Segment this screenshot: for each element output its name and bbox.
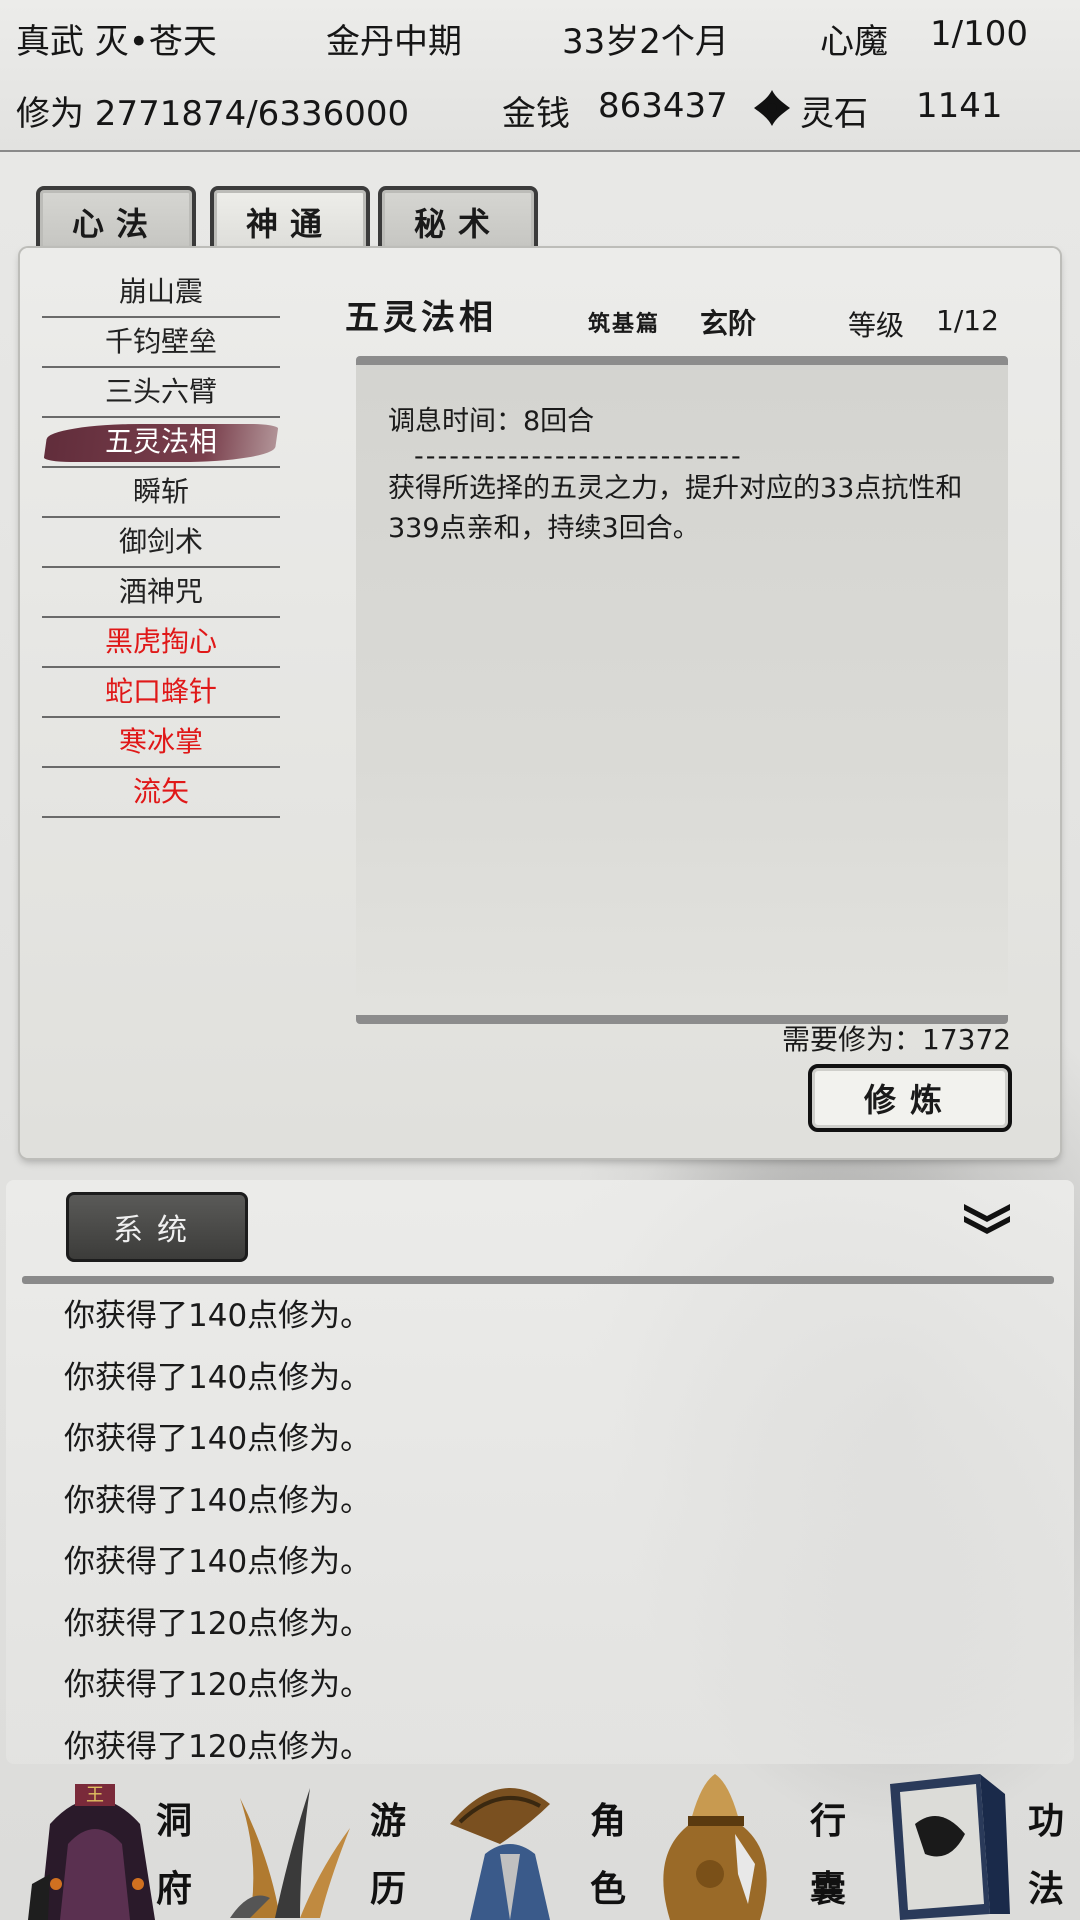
- svg-text:王: 王: [86, 1785, 104, 1806]
- spirit-stone-label: 灵石: [800, 94, 868, 134]
- skills-book-icon: [890, 1774, 1010, 1920]
- nav-label: 府: [156, 1868, 193, 1910]
- log-line: 你获得了140点修为。: [64, 1421, 372, 1457]
- log-line: 你获得了140点修为。: [64, 1360, 372, 1396]
- nav-item-juese[interactable]: 角 色: [440, 1764, 660, 1920]
- double-chevron-down-icon[interactable]: [960, 1198, 1014, 1238]
- nav-label: 角: [590, 1800, 627, 1842]
- skill-item-label: 瞬斩: [132, 475, 189, 508]
- cooldown-text: 调息时间：8回合: [388, 406, 595, 437]
- skill-item-bengshanzhen[interactable]: 崩山震: [42, 268, 280, 318]
- log-line: 你获得了120点修为。: [64, 1606, 372, 1642]
- demon-label: 心魔: [820, 22, 888, 62]
- separator-line: ----------------------------: [414, 441, 743, 472]
- skill-item-label: 酒神咒: [118, 575, 203, 608]
- nav-label: 囊: [810, 1868, 847, 1910]
- character-name: 真武 灭•苍天: [16, 22, 217, 62]
- bottom-navigation: 王 洞 府 游 历 角 色 行 囊 功 法: [0, 1764, 1080, 1920]
- tab-xinfa[interactable]: 心法: [36, 186, 196, 254]
- skill-item-heihutaoxin[interactable]: 黑虎掏心: [42, 618, 280, 668]
- skill-item-wulingfaxiang[interactable]: 五灵法相: [42, 418, 280, 468]
- system-tab[interactable]: 系统: [66, 1192, 248, 1262]
- spirit-stone-value: 1141: [916, 86, 1003, 126]
- nav-label: 洞: [156, 1800, 193, 1842]
- level-value: 1/12: [936, 304, 999, 337]
- nav-item-youli[interactable]: 游 历: [200, 1764, 440, 1920]
- tab-mishu[interactable]: 秘术: [378, 186, 538, 254]
- realm-label: 金丹中期: [326, 22, 462, 62]
- skill-item-shunzhan[interactable]: 瞬斩: [42, 468, 280, 518]
- skill-description-box: 调息时间：8回合 ---------------------------- 获得…: [356, 356, 1008, 1024]
- demon-value: 1/100: [930, 14, 1028, 54]
- cultivation-progress: 修为 2771874/6336000: [16, 94, 410, 134]
- nav-label: 色: [590, 1868, 627, 1910]
- log-line: 你获得了140点修为。: [64, 1483, 372, 1519]
- age-label: 33岁2个月: [562, 22, 729, 62]
- status-header: 真武 灭•苍天 金丹中期 33岁2个月 心魔 1/100 修为 2771874/…: [0, 0, 1080, 152]
- skill-description: 获得所选择的五灵之力，提升对应的33点抗性和339点亲和，持续3回合。: [388, 473, 963, 544]
- nav-item-xingnang[interactable]: 行 囊: [660, 1764, 880, 1920]
- log-line: 你获得了140点修为。: [64, 1544, 372, 1580]
- skill-item-label: 寒冰掌: [118, 725, 203, 758]
- skill-item-label: 崩山震: [118, 275, 203, 308]
- log-divider: [22, 1276, 1054, 1284]
- skill-item-label: 蛇口蜂针: [104, 675, 217, 708]
- skill-chapter: 筑基篇: [588, 311, 661, 337]
- skill-item-label: 千钧壁垒: [104, 325, 217, 358]
- nav-label: 游: [370, 1800, 407, 1842]
- spirit-stone-icon: [754, 90, 790, 126]
- money-value: 863437: [598, 86, 728, 126]
- skill-list: 崩山震 千钧壁垒 三头六臂 五灵法相 瞬斩 御剑术 酒神咒 黑虎掏心 蛇口蜂针 …: [42, 268, 280, 818]
- required-cultivation: 需要修为：17372: [782, 1023, 1012, 1056]
- skill-item-label: 黑虎掏心: [104, 625, 217, 658]
- skill-item-shekoufengzhen[interactable]: 蛇口蜂针: [42, 668, 280, 718]
- train-button[interactable]: 修炼: [808, 1064, 1012, 1132]
- skill-item-liushi[interactable]: 流矢: [42, 768, 280, 818]
- nav-label: 功: [1028, 1800, 1065, 1842]
- nav-label: 法: [1028, 1868, 1065, 1910]
- nav-item-dongfu[interactable]: 王 洞 府: [0, 1764, 200, 1920]
- skill-item-label: 五灵法相: [104, 425, 217, 458]
- nav-label: 行: [810, 1800, 847, 1842]
- skill-item-qianjunbilei[interactable]: 千钧壁垒: [42, 318, 280, 368]
- skill-item-jiushenzhou[interactable]: 酒神咒: [42, 568, 280, 618]
- level-label: 等级: [848, 309, 905, 342]
- skill-tier: 玄阶: [700, 307, 757, 340]
- skill-item-yujianshu[interactable]: 御剑术: [42, 518, 280, 568]
- inventory-bag-icon: [663, 1774, 767, 1920]
- skill-item-label: 流矢: [132, 775, 189, 808]
- nav-item-gongfa[interactable]: 功 法: [880, 1764, 1080, 1920]
- skill-item-hanbingzhang[interactable]: 寒冰掌: [42, 718, 280, 768]
- character-icon: [450, 1788, 550, 1920]
- skill-item-santouliubi[interactable]: 三头六臂: [42, 368, 280, 418]
- nav-label: 历: [370, 1868, 407, 1910]
- tab-shentong[interactable]: 神通: [210, 186, 370, 254]
- money-label: 金钱: [502, 94, 570, 134]
- log-line: 你获得了120点修为。: [64, 1729, 372, 1765]
- log-line: 你获得了140点修为。: [64, 1298, 372, 1334]
- skill-item-label: 御剑术: [118, 525, 203, 558]
- log-line: 你获得了120点修为。: [64, 1667, 372, 1703]
- skill-title: 五灵法相: [345, 298, 497, 338]
- travel-icon: [230, 1788, 350, 1918]
- cave-dwelling-icon: 王: [28, 1784, 155, 1920]
- skill-item-label: 三头六臂: [104, 375, 217, 408]
